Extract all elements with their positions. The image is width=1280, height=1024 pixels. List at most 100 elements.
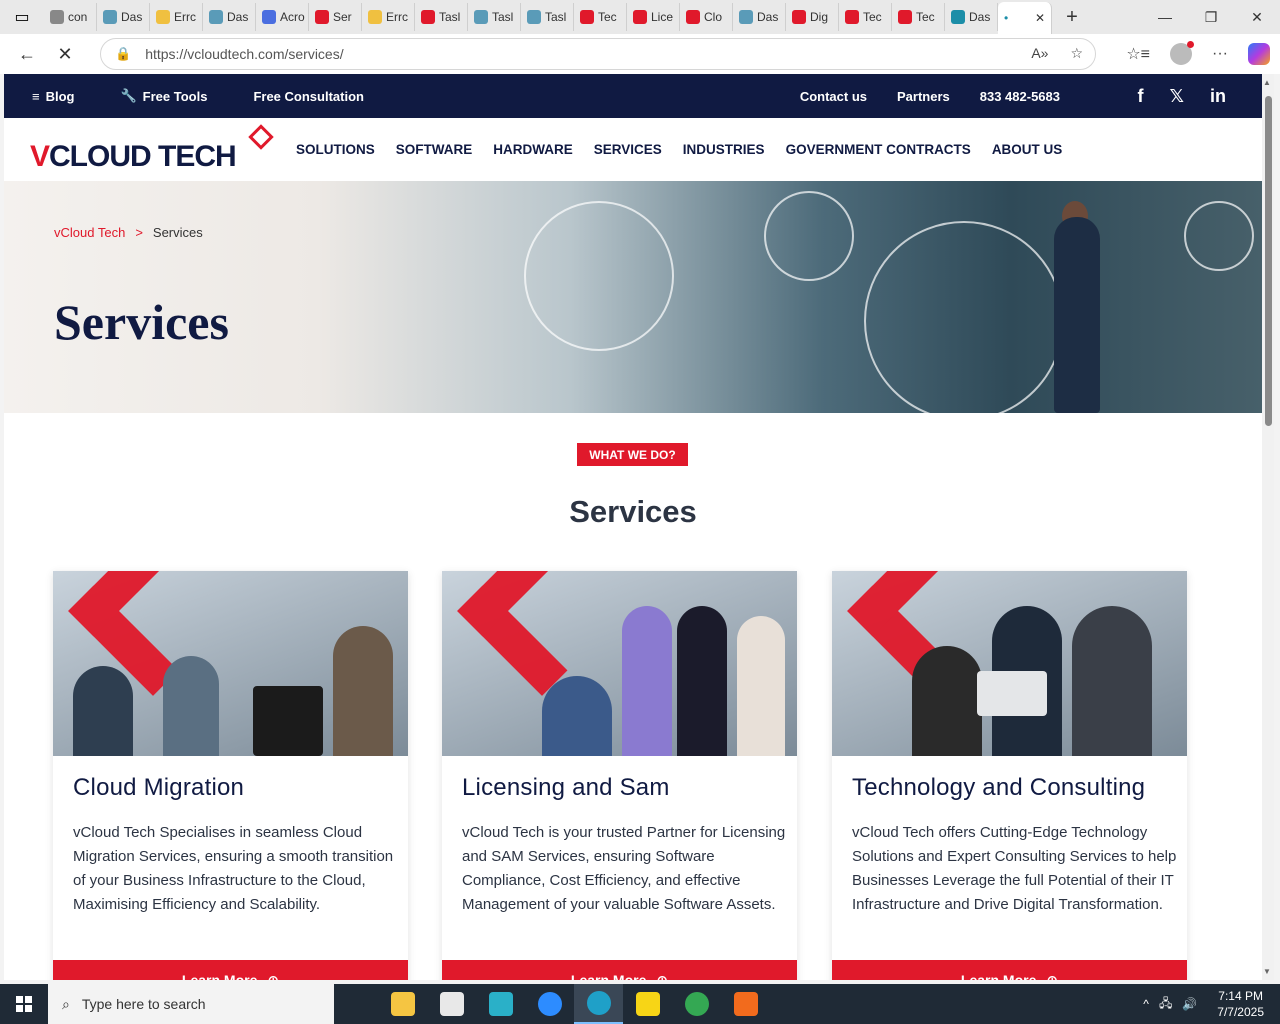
profile-avatar[interactable] (1170, 41, 1195, 65)
nav-link-industries[interactable]: INDUSTRIES (683, 142, 765, 157)
free-tools-link[interactable]: 🔧 Free Tools (120, 88, 207, 104)
browser-tab[interactable]: Errc (150, 3, 203, 31)
card-description: vCloud Tech is your trusted Partner for … (462, 824, 786, 913)
menu-icon: ≡ (32, 88, 40, 104)
facebook-icon[interactable]: f (1137, 86, 1143, 107)
browser-tab[interactable]: Das (203, 3, 256, 31)
browser-tab[interactable]: Tec (892, 3, 945, 31)
button-label: Learn More (960, 972, 1037, 980)
tab-favicon-icon (951, 10, 965, 24)
browser-tab[interactable]: Tec (574, 3, 627, 31)
tab-label: Ser (333, 10, 352, 24)
favorite-star-icon[interactable]: ☆ (1070, 45, 1083, 62)
back-button[interactable]: ← (8, 34, 46, 74)
card-title: Licensing and Sam (462, 774, 670, 801)
active-tab[interactable]: • ✕ (998, 2, 1052, 34)
button-label: Learn More (570, 972, 647, 980)
browser-tab[interactable]: con (44, 3, 97, 31)
more-menu-icon[interactable]: ··· (1212, 45, 1228, 63)
nav-links: SOLUTIONS SOFTWARE HARDWARE SERVICES INDUSTR… (296, 118, 1062, 181)
partners-link[interactable]: Partners (897, 89, 950, 104)
taskbar-app-sticky-notes[interactable] (623, 984, 672, 1024)
browser-tab[interactable]: Das (733, 3, 786, 31)
service-card-cloud-migration: Cloud Migration vCloud Tech Specialises … (53, 571, 408, 980)
x-twitter-icon[interactable]: 𝕏 (1169, 86, 1184, 107)
tab-label: Dig (810, 10, 829, 24)
tab-actions-icon[interactable]: ▭ (0, 0, 44, 34)
clock[interactable]: 7:14 PM 7/7/2025 (1217, 988, 1264, 1020)
lock-icon[interactable]: 🔒 (115, 46, 131, 62)
card-description: vCloud Tech offers Cutting-Edge Technolo… (852, 824, 1177, 913)
browser-tab[interactable]: Lice (627, 3, 680, 31)
chrome-icon (684, 992, 709, 1016)
nav-link-solutions[interactable]: SOLUTIONS (296, 142, 375, 157)
tab-favicon-icon (368, 10, 382, 24)
browser-tab[interactable]: Das (945, 3, 998, 31)
taskbar-app-zoom[interactable] (525, 984, 574, 1024)
browser-tab[interactable]: Tec (839, 3, 892, 31)
hud-ring-graphic (764, 191, 854, 281)
tab-label: Clo (704, 10, 723, 24)
scroll-down-icon[interactable]: ▼ (1263, 967, 1271, 976)
contact-link[interactable]: Contact us (800, 89, 867, 104)
hud-ring-graphic (864, 221, 1064, 413)
network-icon[interactable]: 🖧 (1159, 994, 1172, 1015)
copilot-icon[interactable] (1248, 43, 1270, 65)
tab-label: Tasl (492, 10, 514, 24)
scrollbar-thumb[interactable] (1265, 96, 1272, 426)
blog-link[interactable]: ≡ Blog (32, 89, 74, 104)
tray-overflow-icon[interactable]: ^ (1143, 997, 1149, 1011)
card-title: Cloud Migration (73, 774, 245, 801)
linkedin-icon[interactable]: in (1210, 86, 1226, 107)
learn-more-button[interactable]: Learn More ⊕ (832, 960, 1187, 980)
scroll-up-icon[interactable]: ▲ (1263, 78, 1271, 87)
phone-link[interactable]: 833 482-5683 (980, 89, 1060, 104)
browser-tab[interactable]: Tasl (521, 3, 574, 31)
tab-label: Das (121, 10, 143, 24)
browser-tab[interactable]: Das (97, 3, 150, 31)
start-button[interactable] (0, 984, 48, 1024)
breadcrumb-home-link[interactable]: vCloud Tech (54, 225, 125, 240)
browser-tab[interactable]: Errc (362, 3, 415, 31)
url-field[interactable]: 🔒 https://vcloudtech.com/services/ A» ☆ (100, 38, 1096, 70)
nav-link-software[interactable]: SOFTWARE (396, 142, 473, 157)
nav-link-hardware[interactable]: HARDWARE (493, 142, 573, 157)
read-aloud-icon[interactable]: A» (1031, 45, 1048, 62)
taskbar-app-paint[interactable] (427, 984, 476, 1024)
tab-label: Tec (916, 10, 935, 24)
volume-icon[interactable]: 🔊 (1182, 997, 1197, 1011)
new-tab-button[interactable]: + (1052, 0, 1092, 34)
taskbar-search[interactable]: ⌕ Type here to search (48, 984, 334, 1024)
tab-favicon-icon (50, 10, 64, 24)
favorites-icon[interactable]: ☆≡ (1126, 44, 1150, 64)
nav-link-services[interactable]: SERVICES (594, 142, 662, 157)
taskbar-app-file-explorer[interactable] (378, 984, 427, 1024)
taskbar-apps (378, 984, 770, 1024)
taskbar-app-xampp[interactable] (721, 984, 770, 1024)
nav-link-government-contracts[interactable]: GOVERNMENT CONTRACTS (786, 142, 971, 157)
taskbar-app-app-diamond[interactable] (476, 984, 525, 1024)
browser-tab[interactable]: Clo (680, 3, 733, 31)
vcloud-logo[interactable]: VCLOUD TECH (30, 124, 276, 173)
learn-more-button[interactable]: Learn More ⊕ (442, 960, 797, 980)
learn-more-button[interactable]: Learn More ⊕ (53, 960, 408, 980)
page-scrollbar[interactable]: ▲ ▼ (1262, 74, 1274, 980)
minimize-button[interactable]: — (1142, 0, 1188, 34)
tab-favicon-icon (633, 10, 647, 24)
arrow-circle-icon: ⊕ (1046, 972, 1059, 980)
nav-link-about-us[interactable]: ABOUT US (992, 142, 1063, 157)
taskbar-app-chrome[interactable] (672, 984, 721, 1024)
stop-loading-button[interactable]: ✕ (46, 34, 84, 74)
close-tab-icon[interactable]: ✕ (1035, 11, 1045, 25)
browser-tab[interactable]: Ser (309, 3, 362, 31)
close-window-button[interactable]: ✕ (1234, 0, 1280, 34)
restore-button[interactable]: ❐ (1188, 0, 1234, 34)
free-consultation-link[interactable]: Free Consultation (253, 89, 364, 104)
laptop-graphic (977, 671, 1047, 716)
browser-tab[interactable]: Acro (256, 3, 309, 31)
tab-favicon-icon (898, 10, 912, 24)
browser-tab[interactable]: Tasl (415, 3, 468, 31)
browser-tab[interactable]: Dig (786, 3, 839, 31)
browser-tab[interactable]: Tasl (468, 3, 521, 31)
taskbar-app-edge[interactable] (574, 984, 623, 1024)
